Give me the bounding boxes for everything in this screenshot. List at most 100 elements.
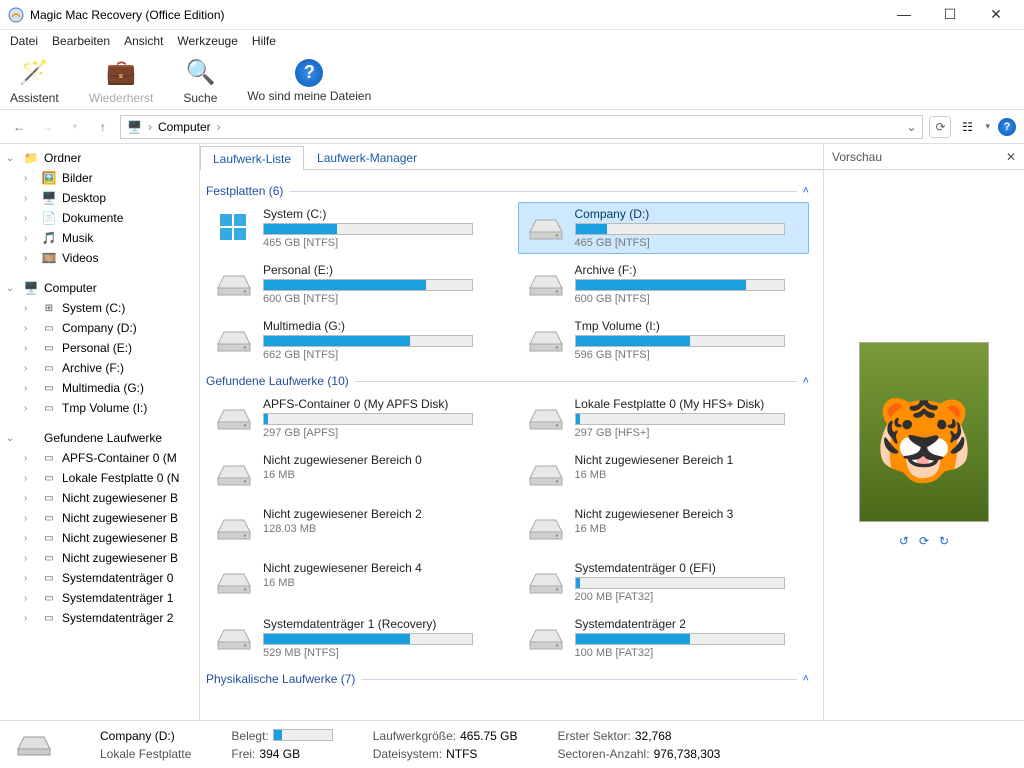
- tree-drive[interactable]: ›▭Tmp Volume (I:): [2, 398, 197, 418]
- drive-sub: 16 MB: [575, 523, 803, 535]
- tab-laufwerk-liste[interactable]: Laufwerk-Liste: [200, 146, 304, 170]
- drive-name: Nicht zugewiesener Bereich 0: [263, 453, 491, 467]
- drive-icon: [525, 397, 567, 437]
- drive-item[interactable]: System (C:) 465 GB [NTFS]: [206, 202, 498, 254]
- tree-folder[interactable]: ›🖼️Bilder: [2, 168, 197, 188]
- drive-icon: [525, 561, 567, 601]
- tree-found-item[interactable]: ›▭Systemdatenträger 1: [2, 588, 197, 608]
- usage-bar: [575, 577, 785, 589]
- tree-found-item[interactable]: ›▭Systemdatenträger 0: [2, 568, 197, 588]
- drive-item[interactable]: Tmp Volume (I:) 596 GB [NTFS]: [518, 314, 810, 366]
- drive-item[interactable]: Company (D:) 465 GB [NTFS]: [518, 202, 810, 254]
- reset-icon[interactable]: ⟳: [919, 534, 929, 548]
- drive-item[interactable]: Personal (E:) 600 GB [NTFS]: [206, 258, 498, 310]
- drive-name: Archive (F:): [575, 263, 803, 277]
- breadcrumb-root[interactable]: Computer: [158, 120, 211, 134]
- status-drive-type: Lokale Festplatte: [100, 747, 191, 761]
- tree-found-item[interactable]: ›▭Nicht zugewiesener B: [2, 528, 197, 548]
- tree-found-item[interactable]: ›▭Nicht zugewiesener B: [2, 488, 197, 508]
- drive-item[interactable]: Nicht zugewiesener Bereich 1 16 MB: [518, 448, 810, 498]
- drive-item[interactable]: Systemdatenträger 0 (EFI) 200 MB [FAT32]: [518, 556, 810, 608]
- tree-folder[interactable]: ›🖥️Desktop: [2, 188, 197, 208]
- help-button[interactable]: ?: [998, 118, 1016, 136]
- section-header[interactable]: Festplatten (6)˄: [206, 184, 809, 198]
- tree-drive[interactable]: ›▭Multimedia (G:): [2, 378, 197, 398]
- drive-sub: 128.03 MB: [263, 523, 491, 535]
- tree-found-item[interactable]: ›▭Systemdatenträger 2: [2, 608, 197, 628]
- drive-item[interactable]: Nicht zugewiesener Bereich 3 16 MB: [518, 502, 810, 552]
- menu-bearbeiten[interactable]: Bearbeiten: [52, 34, 110, 48]
- menu-werkzeuge[interactable]: Werkzeuge: [177, 34, 237, 48]
- drive-item[interactable]: Nicht zugewiesener Bereich 4 16 MB: [206, 556, 498, 608]
- drive-item[interactable]: APFS-Container 0 (My APFS Disk) 297 GB […: [206, 392, 498, 444]
- search-icon: 🔍: [184, 57, 216, 89]
- tree-ordner[interactable]: ⌄📁Ordner: [2, 148, 197, 168]
- usage-bar: [263, 413, 473, 425]
- drive-item[interactable]: Nicht zugewiesener Bereich 2 128.03 MB: [206, 502, 498, 552]
- drive-item[interactable]: Systemdatenträger 2 100 MB [FAT32]: [518, 612, 810, 664]
- rotate-right-icon[interactable]: ↻: [939, 534, 949, 548]
- drive-name: Tmp Volume (I:): [575, 319, 803, 333]
- section-header[interactable]: Physikalische Laufwerke (7)˄: [206, 672, 809, 686]
- minimize-button[interactable]: —: [890, 6, 918, 23]
- tree-found[interactable]: ⌄Gefundene Laufwerke: [2, 428, 197, 448]
- usage-bar: [263, 223, 473, 235]
- navbar: ← → ▾ ↑ 🖥️ › Computer › ⌄ ⟳ ☷ ▾ ?: [0, 110, 1024, 144]
- drive-sub: 662 GB [NTFS]: [263, 349, 491, 361]
- sidebar: ⌄📁Ordner›🖼️Bilder›🖥️Desktop›📄Dokumente›🎵…: [0, 144, 200, 720]
- drive-icon: [213, 561, 255, 601]
- nav-back[interactable]: ←: [8, 116, 30, 138]
- refresh-button[interactable]: ⟳: [929, 116, 951, 138]
- drive-icon: [525, 617, 567, 657]
- tab-laufwerk-manager[interactable]: Laufwerk-Manager: [304, 145, 430, 169]
- menu-datei[interactable]: Datei: [10, 34, 38, 48]
- tree-found-item[interactable]: ›▭APFS-Container 0 (M: [2, 448, 197, 468]
- preview-close[interactable]: ✕: [1006, 150, 1016, 164]
- drive-item[interactable]: Lokale Festplatte 0 (My HFS+ Disk) 297 G…: [518, 392, 810, 444]
- tree-computer[interactable]: ⌄🖥️Computer: [2, 278, 197, 298]
- tree-found-item[interactable]: ›▭Lokale Festplatte 0 (N: [2, 468, 197, 488]
- drive-icon: [525, 319, 567, 359]
- wosind-button[interactable]: ? Wo sind meine Dateien: [247, 59, 371, 103]
- tree-drive[interactable]: ›▭Company (D:): [2, 318, 197, 338]
- drive-sub: 16 MB: [263, 469, 491, 481]
- drive-icon: [525, 263, 567, 303]
- close-button[interactable]: ✕: [982, 6, 1010, 23]
- nav-up[interactable]: ↑: [92, 116, 114, 138]
- drive-name: Systemdatenträger 2: [575, 617, 803, 631]
- drive-sub: 596 GB [NTFS]: [575, 349, 803, 361]
- drive-sub: 465 GB [NTFS]: [575, 237, 803, 249]
- view-mode-button[interactable]: ☷: [957, 117, 977, 137]
- drive-item[interactable]: Nicht zugewiesener Bereich 0 16 MB: [206, 448, 498, 498]
- drive-sub: 100 MB [FAT32]: [575, 647, 803, 659]
- chevron-down-icon[interactable]: ▾: [985, 121, 990, 132]
- section-header[interactable]: Gefundene Laufwerke (10)˄: [206, 374, 809, 388]
- tree-drive[interactable]: ›▭Archive (F:): [2, 358, 197, 378]
- drive-icon: [14, 731, 60, 759]
- rotate-left-icon[interactable]: ↺: [899, 534, 909, 548]
- suche-button[interactable]: 🔍 Suche: [183, 57, 217, 105]
- breadcrumb[interactable]: 🖥️ › Computer › ⌄: [120, 115, 923, 139]
- drive-item[interactable]: Systemdatenträger 1 (Recovery) 529 MB [N…: [206, 612, 498, 664]
- assistent-button[interactable]: 🪄 Assistent: [10, 57, 59, 105]
- chevron-down-icon[interactable]: ⌄: [906, 120, 916, 134]
- tree-found-item[interactable]: ›▭Nicht zugewiesener B: [2, 508, 197, 528]
- tree-folder[interactable]: ›📄Dokumente: [2, 208, 197, 228]
- drive-item[interactable]: Archive (F:) 600 GB [NTFS]: [518, 258, 810, 310]
- usage-bar: [263, 633, 473, 645]
- drive-item[interactable]: Multimedia (G:) 662 GB [NTFS]: [206, 314, 498, 366]
- drive-name: APFS-Container 0 (My APFS Disk): [263, 397, 491, 411]
- toolbar: 🪄 Assistent 💼 Wiederherst 🔍 Suche ? Wo s…: [0, 52, 1024, 110]
- menu-ansicht[interactable]: Ansicht: [124, 34, 163, 48]
- usage-bar: [575, 633, 785, 645]
- tree-drive[interactable]: ›▭Personal (E:): [2, 338, 197, 358]
- maximize-button[interactable]: ☐: [936, 6, 964, 23]
- menubar: Datei Bearbeiten Ansicht Werkzeuge Hilfe: [0, 30, 1024, 52]
- tree-drive[interactable]: ›⊞System (C:): [2, 298, 197, 318]
- tree-folder[interactable]: ›🎞️Videos: [2, 248, 197, 268]
- tree-folder[interactable]: ›🎵Musik: [2, 228, 197, 248]
- drive-name: Company (D:): [575, 207, 803, 221]
- menu-hilfe[interactable]: Hilfe: [252, 34, 276, 48]
- tabs: Laufwerk-Liste Laufwerk-Manager: [200, 144, 823, 170]
- tree-found-item[interactable]: ›▭Nicht zugewiesener B: [2, 548, 197, 568]
